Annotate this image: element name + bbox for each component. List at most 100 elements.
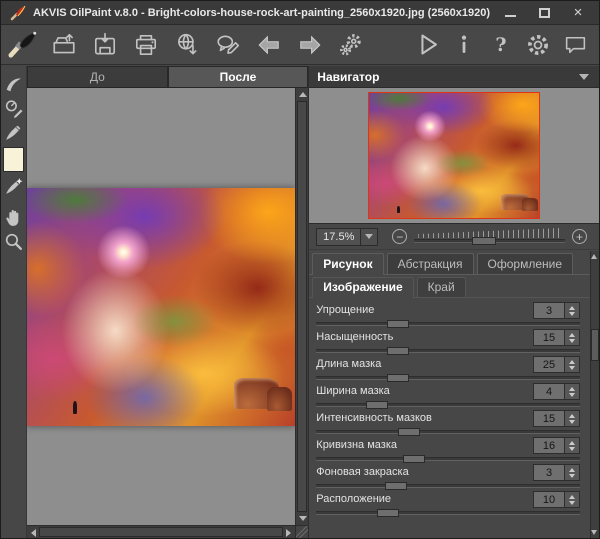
- param-spinner[interactable]: [565, 356, 580, 373]
- spinner-down-icon[interactable]: [569, 500, 575, 505]
- settings-scrollbar[interactable]: [590, 251, 599, 538]
- close-button[interactable]: ×: [563, 4, 593, 22]
- param-value-field[interactable]: 16: [533, 437, 565, 454]
- zoom-slider[interactable]: [414, 228, 565, 245]
- param-value-field[interactable]: 10: [533, 491, 565, 508]
- undo-button[interactable]: [255, 30, 283, 60]
- param-spinner[interactable]: [565, 302, 580, 319]
- quick-preview-tool[interactable]: [1, 73, 26, 96]
- zoom-out-button[interactable]: −: [392, 229, 408, 244]
- color-swatch[interactable]: [3, 147, 24, 172]
- param-slider[interactable]: [316, 509, 580, 517]
- share-button[interactable]: [214, 30, 242, 60]
- zoom-dropdown-button[interactable]: [361, 227, 379, 246]
- param-value-field[interactable]: 15: [533, 329, 565, 346]
- spinner-up-icon[interactable]: [569, 386, 575, 391]
- param-value-field[interactable]: 15: [533, 410, 565, 427]
- param-slider-thumb[interactable]: [398, 428, 421, 436]
- param-spinner[interactable]: [565, 464, 580, 481]
- param-spinner[interactable]: [565, 491, 580, 508]
- spinner-up-icon[interactable]: [569, 332, 575, 337]
- tab-risunok[interactable]: Рисунок: [312, 253, 384, 275]
- param-slider-thumb[interactable]: [387, 374, 410, 382]
- param-slider-thumb[interactable]: [403, 455, 426, 463]
- scroll-down-icon[interactable]: [299, 516, 308, 521]
- spinner-up-icon[interactable]: [569, 467, 575, 472]
- print-button[interactable]: [132, 30, 160, 60]
- spinner-up-icon[interactable]: [569, 494, 575, 499]
- horizontal-scroll-thumb[interactable]: [39, 527, 284, 537]
- navigator-collapse-icon[interactable]: [579, 73, 589, 80]
- zoom-in-button[interactable]: +: [572, 229, 587, 244]
- spinner-down-icon[interactable]: [569, 392, 575, 397]
- param-value-field[interactable]: 4: [533, 383, 565, 400]
- batch-button[interactable]: [337, 30, 365, 60]
- param-slider-thumb[interactable]: [366, 401, 389, 409]
- minimize-button[interactable]: [495, 4, 525, 22]
- image-canvas[interactable]: [27, 88, 296, 525]
- tab-after[interactable]: После: [167, 66, 309, 87]
- spinner-down-icon[interactable]: [569, 311, 575, 316]
- spinner-down-icon[interactable]: [569, 473, 575, 478]
- import-web-button[interactable]: [173, 30, 201, 60]
- scroll-up-icon[interactable]: [299, 92, 308, 97]
- param-value-field[interactable]: 3: [533, 302, 565, 319]
- canvas-horizontal-scrollbar[interactable]: [27, 525, 296, 538]
- scroll-right-icon[interactable]: [286, 529, 292, 537]
- settings-scroll-thumb[interactable]: [591, 329, 599, 361]
- spinner-down-icon[interactable]: [569, 365, 575, 370]
- preferences-button[interactable]: [524, 30, 552, 60]
- scroll-left-icon[interactable]: [31, 529, 36, 537]
- scroll-down-icon[interactable]: [591, 530, 597, 535]
- param-slider-thumb[interactable]: [384, 482, 407, 490]
- param-slider-thumb[interactable]: [387, 347, 410, 355]
- info-button[interactable]: [450, 30, 478, 60]
- canvas-vertical-scrollbar[interactable]: [295, 88, 309, 525]
- param-slider-thumb[interactable]: [387, 320, 410, 328]
- param-spinner[interactable]: [565, 383, 580, 400]
- save-button[interactable]: [91, 30, 119, 60]
- spinner-up-icon[interactable]: [569, 440, 575, 445]
- param-slider[interactable]: [316, 347, 580, 355]
- help-button[interactable]: ?: [487, 30, 515, 60]
- subtab-krai[interactable]: Край: [416, 277, 466, 297]
- vertical-scroll-thumb[interactable]: [297, 101, 308, 512]
- stroke-direction-tool[interactable]: [1, 97, 26, 120]
- run-button[interactable]: [413, 30, 441, 60]
- history-brush-tool[interactable]: [1, 121, 26, 144]
- feedback-button[interactable]: [561, 30, 589, 60]
- param-spinner[interactable]: [565, 410, 580, 427]
- spinner-down-icon[interactable]: [569, 419, 575, 424]
- param-slider-thumb[interactable]: [376, 509, 399, 517]
- spinner-up-icon[interactable]: [569, 359, 575, 364]
- tab-before[interactable]: До: [27, 66, 168, 87]
- hand-tool[interactable]: [1, 206, 26, 229]
- tab-abstrakcia[interactable]: Абстракция: [386, 253, 474, 274]
- scroll-up-icon[interactable]: [591, 254, 597, 259]
- param-spinner[interactable]: [565, 437, 580, 454]
- maximize-button[interactable]: [529, 4, 559, 22]
- logo-brush-button[interactable]: [8, 30, 37, 60]
- param-slider[interactable]: [316, 374, 580, 382]
- param-value-field[interactable]: 25: [533, 356, 565, 373]
- open-button[interactable]: [50, 30, 78, 60]
- param-spinner[interactable]: [565, 329, 580, 346]
- spinner-up-icon[interactable]: [569, 413, 575, 418]
- param-slider[interactable]: [316, 428, 580, 436]
- zoom-tool[interactable]: [1, 230, 26, 253]
- tab-oformlenie[interactable]: Оформление: [476, 253, 573, 274]
- subtab-izobrazhenie[interactable]: Изображение: [312, 277, 414, 298]
- spinner-up-icon[interactable]: [569, 305, 575, 310]
- smudge-brush-tool[interactable]: [1, 175, 26, 198]
- navigator-viewport[interactable]: [309, 88, 599, 224]
- param-value-field[interactable]: 3: [533, 464, 565, 481]
- param-slider[interactable]: [316, 455, 580, 463]
- zoom-value-box[interactable]: 17.5%: [316, 227, 362, 246]
- redo-button[interactable]: [296, 30, 324, 60]
- navigator-thumbnail[interactable]: [368, 92, 541, 219]
- spinner-down-icon[interactable]: [569, 338, 575, 343]
- param-slider[interactable]: [316, 401, 580, 409]
- param-slider[interactable]: [316, 320, 580, 328]
- spinner-down-icon[interactable]: [569, 446, 575, 451]
- param-slider[interactable]: [316, 482, 580, 490]
